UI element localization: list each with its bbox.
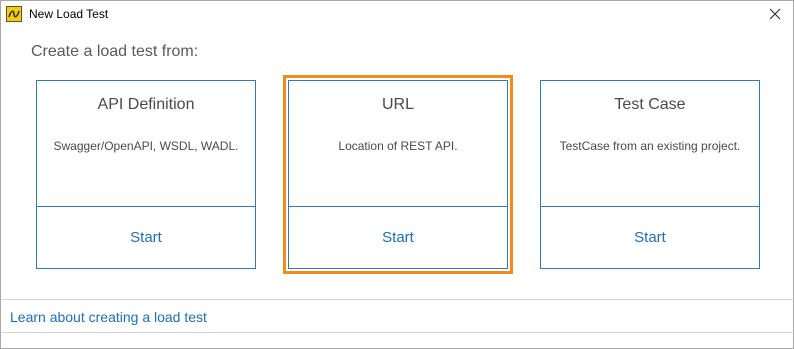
card-info: API Definition Swagger/OpenAPI, WSDL, WA…	[37, 81, 255, 207]
card-title: Test Case	[614, 96, 686, 113]
card-description: TestCase from an existing project.	[559, 139, 741, 153]
dialog-heading: Create a load test from:	[31, 43, 199, 60]
close-icon	[769, 8, 781, 20]
close-button[interactable]	[765, 4, 785, 24]
card-title: URL	[381, 96, 414, 113]
start-button-test-case[interactable]: Start	[541, 229, 759, 246]
start-button-api-definition[interactable]: Start	[37, 229, 255, 246]
footer-divider	[2, 299, 794, 300]
app-icon	[6, 6, 22, 22]
card-info: Test Case TestCase from an existing proj…	[541, 81, 759, 207]
window-title: New Load Test	[29, 7, 109, 21]
card-title: API Definition	[97, 96, 195, 113]
learn-more-link[interactable]: Learn about creating a load test	[10, 309, 207, 325]
card-api-definition[interactable]: API Definition Swagger/OpenAPI, WSDL, WA…	[36, 80, 256, 269]
title-bar: New Load Test	[1, 1, 793, 28]
card-description: Swagger/OpenAPI, WSDL, WADL.	[53, 139, 239, 153]
new-load-test-dialog: New Load Test Create a load test from: A…	[0, 0, 794, 349]
start-button-url[interactable]: Start	[289, 229, 507, 246]
bottom-divider	[2, 332, 794, 333]
card-description: Location of REST API.	[338, 139, 458, 153]
card-test-case[interactable]: Test Case TestCase from an existing proj…	[540, 80, 760, 269]
card-url[interactable]: URL Location of REST API. Start	[283, 75, 513, 274]
card-info: URL Location of REST API.	[289, 81, 507, 207]
